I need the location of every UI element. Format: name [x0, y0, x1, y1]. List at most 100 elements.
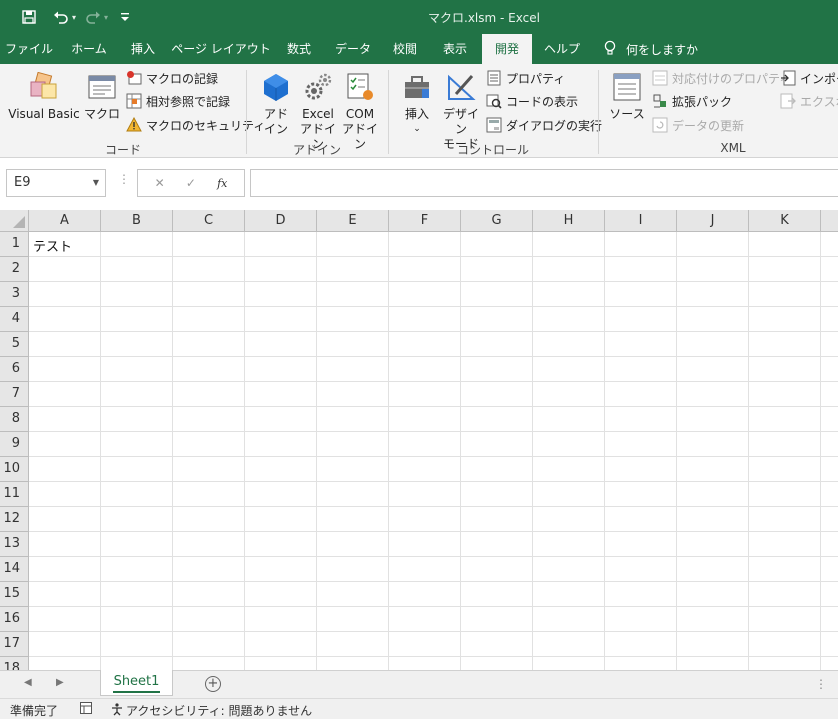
visual-basic-icon: [8, 70, 80, 104]
name-box[interactable]: E9 ▼: [6, 169, 106, 197]
status-bar: 準備完了 アクセシビリティ: 問題ありません: [0, 698, 838, 719]
tab-home[interactable]: ホーム: [60, 34, 118, 64]
macro-button[interactable]: マクロ: [82, 70, 122, 122]
row-header[interactable]: 18: [0, 657, 29, 670]
cell-area[interactable]: [29, 232, 838, 670]
xml-source-button[interactable]: ソース: [608, 70, 646, 122]
formula-input[interactable]: [250, 169, 838, 197]
row-header[interactable]: 3: [0, 282, 29, 307]
add-sheet-icon[interactable]: +: [205, 676, 221, 692]
enter-check-icon[interactable]: ✓: [186, 176, 196, 190]
column-header-c[interactable]: C: [173, 210, 245, 232]
row-header[interactable]: 12: [0, 507, 29, 532]
column-header-j[interactable]: J: [677, 210, 749, 232]
lightbulb-icon: [604, 40, 616, 59]
row-header[interactable]: 17: [0, 632, 29, 657]
row-header[interactable]: 6: [0, 357, 29, 382]
row-header[interactable]: 13: [0, 532, 29, 557]
accessibility-icon[interactable]: [110, 702, 124, 719]
tab-file[interactable]: ファイル: [0, 34, 58, 64]
design-mode-button[interactable]: デザイン モード: [438, 70, 484, 152]
column-header-a[interactable]: A: [29, 210, 101, 232]
column-header-i[interactable]: I: [605, 210, 677, 232]
column-header-d[interactable]: D: [245, 210, 317, 232]
properties-icon: [486, 70, 502, 86]
column-header-e[interactable]: E: [317, 210, 389, 232]
chevron-down-icon[interactable]: ▼: [93, 170, 99, 196]
row-header[interactable]: 10: [0, 457, 29, 482]
com-addins-button[interactable]: COM アドイン: [340, 70, 380, 152]
addin-cube-icon: [258, 70, 294, 104]
design-mode-icon: [438, 70, 484, 104]
column-header-b[interactable]: B: [101, 210, 173, 232]
group-label-xml: XML: [720, 141, 746, 155]
scroll-left-icon[interactable]: ◀: [24, 677, 32, 688]
row-header[interactable]: 11: [0, 482, 29, 507]
relative-reference-button[interactable]: 相対参照で記録: [126, 91, 230, 111]
view-code-icon: [486, 93, 502, 109]
toolbox-icon: [398, 70, 436, 104]
formula-bar-splitter[interactable]: ⋮: [118, 172, 130, 186]
tell-me-box[interactable]: 何をしますか: [604, 34, 698, 64]
scroll-right-icon[interactable]: ▶: [56, 677, 64, 688]
tab-developer[interactable]: 開発: [482, 34, 532, 64]
xml-export-button[interactable]: エクスポート: [780, 91, 838, 111]
insert-control-button[interactable]: 挿入 ⌄: [398, 70, 436, 137]
record-macro-icon: [126, 70, 142, 86]
tab-help[interactable]: ヘルプ: [534, 34, 590, 64]
tab-review[interactable]: 校閲: [382, 34, 428, 64]
row-header[interactable]: 7: [0, 382, 29, 407]
tab-data[interactable]: データ: [324, 34, 382, 64]
run-dialog-button[interactable]: ダイアログの実行: [486, 115, 602, 135]
row-header[interactable]: 9: [0, 432, 29, 457]
group-label-addins: アドイン: [292, 143, 341, 157]
tab-formulas[interactable]: 数式: [276, 34, 322, 64]
sheet-tabs-bar: ◀ ▶ Sheet1 + ⋮: [0, 670, 838, 698]
tab-insert[interactable]: 挿入: [118, 34, 168, 64]
cancel-icon[interactable]: ✕: [155, 176, 165, 190]
formula-buttons: ✕ ✓ fx: [137, 169, 245, 197]
column-header-k[interactable]: K: [749, 210, 821, 232]
row-header[interactable]: 2: [0, 257, 29, 282]
refresh-data-button[interactable]: データの更新: [652, 115, 744, 135]
select-all-button[interactable]: [0, 210, 29, 232]
tab-page-layout[interactable]: ページ レイアウト: [168, 34, 274, 64]
macro-record-icon[interactable]: [80, 702, 92, 717]
row-header[interactable]: 4: [0, 307, 29, 332]
map-properties-icon: [652, 70, 668, 86]
macro-security-button[interactable]: マクロのセキュリティ: [126, 115, 265, 135]
group-label-code: コード: [104, 143, 141, 157]
column-header-l[interactable]: [821, 210, 838, 232]
row-header[interactable]: 16: [0, 607, 29, 632]
view-code-button[interactable]: コードの表示: [486, 91, 578, 111]
column-header-f[interactable]: F: [389, 210, 461, 232]
insert-function-icon[interactable]: fx: [217, 177, 227, 190]
relative-reference-icon: [126, 93, 142, 109]
refresh-icon: [652, 117, 668, 133]
xml-import-button[interactable]: インポート: [780, 68, 838, 88]
cell-a1[interactable]: テスト: [33, 236, 72, 255]
row-header[interactable]: 5: [0, 332, 29, 357]
expansion-packs-button[interactable]: 拡張パック: [652, 91, 732, 111]
map-properties-button[interactable]: 対応付けのプロパティ: [652, 68, 791, 88]
tab-splitter[interactable]: ⋮: [815, 677, 827, 691]
row-header[interactable]: 15: [0, 582, 29, 607]
addins-button[interactable]: アド イン: [258, 70, 294, 137]
window-title: マクロ.xlsm - Excel: [428, 11, 540, 25]
column-header-h[interactable]: H: [533, 210, 605, 232]
chevron-down-icon: ⌄: [413, 124, 421, 134]
sheet-tab-sheet1[interactable]: Sheet1: [100, 670, 173, 696]
record-macro-button[interactable]: マクロの記録: [126, 68, 218, 88]
properties-button[interactable]: プロパティ: [486, 68, 565, 88]
column-header-g[interactable]: G: [461, 210, 533, 232]
ribbon: Visual Basic マクロ マクロの記録 相対参照で記録 マクロのセキュリ…: [0, 64, 838, 158]
export-icon: [780, 93, 796, 109]
row-header[interactable]: 8: [0, 407, 29, 432]
excel-addins-button[interactable]: Excel アドイン: [296, 70, 340, 152]
row-header[interactable]: 14: [0, 557, 29, 582]
tab-view[interactable]: 表示: [432, 34, 478, 64]
com-addins-icon: [340, 70, 380, 104]
row-header[interactable]: 1: [0, 232, 29, 257]
visual-basic-button[interactable]: Visual Basic: [8, 70, 80, 122]
accessibility-status[interactable]: アクセシビリティ: 問題ありません: [126, 702, 312, 719]
